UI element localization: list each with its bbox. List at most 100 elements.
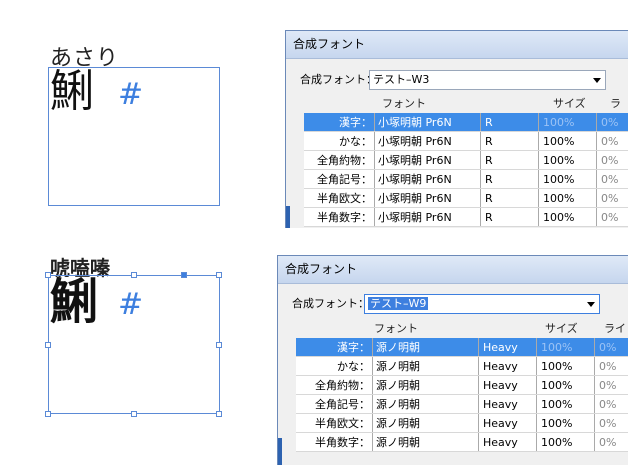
table-row[interactable]: 漢字： 小塚明朝 Pr6N R 100% 0% — [304, 113, 628, 132]
table-row[interactable]: かな： 小塚明朝 Pr6N R 100% 0% — [304, 132, 628, 151]
row-line: 0% — [594, 433, 628, 451]
row-label: かな： — [337, 360, 370, 373]
row-font: 源ノ明朝 — [372, 338, 478, 356]
row-line: 0% — [594, 414, 628, 432]
row-weight: R — [480, 189, 538, 207]
row-size: 100% — [538, 151, 596, 169]
set-label: 合成フォント： — [300, 73, 377, 86]
table-row[interactable]: 全角記号： 源ノ明朝 Heavy 100% 0% — [296, 395, 628, 414]
row-font: 小塚明朝 Pr6N — [374, 189, 480, 207]
row-weight: R — [480, 170, 538, 188]
resize-handle-active[interactable] — [181, 272, 187, 278]
row-line: 0% — [596, 132, 628, 150]
row-weight: R — [480, 132, 538, 150]
row-font: 小塚明朝 Pr6N — [374, 113, 480, 131]
dialog-title: 合成フォント — [286, 31, 628, 59]
row-font: 源ノ明朝 — [372, 433, 478, 451]
composite-font-select[interactable]: テスト–W9 — [364, 294, 600, 314]
row-size: 100% — [536, 357, 594, 375]
column-header-size: サイズ — [545, 322, 578, 335]
chevron-down-icon[interactable] — [593, 78, 601, 83]
row-size: 100% — [536, 414, 594, 432]
resize-handle[interactable] — [216, 272, 222, 278]
table-row[interactable]: 半角数字： 源ノ明朝 Heavy 100% 0% — [296, 433, 628, 452]
font-table: 漢字： 小塚明朝 Pr6N R 100% 0% かな： 小塚明朝 Pr6N R 100% 0% 全角… — [304, 113, 628, 228]
table-row[interactable]: 半角欧文： 小塚明朝 Pr6N R 100% 0% — [304, 189, 628, 208]
row-label: 漢字： — [339, 116, 372, 129]
row-font: 小塚明朝 Pr6N — [374, 208, 480, 226]
row-label: 半角数字： — [315, 436, 370, 449]
scrollbar[interactable] — [278, 438, 282, 465]
row-line: 0% — [596, 113, 628, 131]
sample-heavy: 唬嗑嗪 鯏 # — [0, 240, 280, 465]
row-line: 0% — [596, 170, 628, 188]
row-line: 0% — [594, 338, 628, 356]
row-size: 100% — [538, 113, 596, 131]
column-header-size: サイズ — [553, 97, 586, 110]
select-value: テスト–W3 — [373, 73, 430, 86]
font-table: 漢字： 源ノ明朝 Heavy 100% 0% かな： 源ノ明朝 Heavy 100% 0% 全角約物… — [296, 338, 628, 456]
resize-handle[interactable] — [216, 411, 222, 417]
row-weight: Heavy — [478, 338, 536, 356]
row-font: 小塚明朝 Pr6N — [374, 170, 480, 188]
row-line: 0% — [594, 376, 628, 394]
row-line: 0% — [594, 357, 628, 375]
row-label: かな： — [339, 135, 372, 148]
hash-mark: # — [118, 287, 144, 322]
kanji-glyph: 鯏 — [50, 66, 94, 117]
composite-font-dialog-w9: 合成フォント 合成フォント： テスト–W9 フォント サイズ ライン 漢字：源ノ… — [277, 255, 628, 465]
table-row[interactable]: かな： 源ノ明朝 Heavy 100% 0% — [296, 357, 628, 376]
resize-handle[interactable] — [131, 272, 137, 278]
row-size: 100% — [536, 338, 594, 356]
row-line: 0% — [594, 395, 628, 413]
resize-handle[interactable] — [45, 342, 51, 348]
select-value: テスト–W9 — [368, 297, 429, 310]
resize-handle[interactable] — [45, 272, 51, 278]
row-size: 100% — [538, 208, 596, 226]
table-row[interactable]: 半角数字： 小塚明朝 Pr6N R 100% 0% — [304, 208, 628, 227]
row-font: 源ノ明朝 — [372, 395, 478, 413]
table-row[interactable]: 全角約物： 源ノ明朝 Heavy 100% 0% — [296, 376, 628, 395]
row-line: 0% — [596, 208, 628, 226]
table-row[interactable]: 半角欧文： 源ノ明朝 Heavy 100% 0% — [296, 414, 628, 433]
set-label: 合成フォント： — [292, 297, 369, 310]
resize-handle[interactable] — [216, 342, 222, 348]
row-font: 源ノ明朝 — [372, 376, 478, 394]
row-weight: Heavy — [478, 376, 536, 394]
row-label: 全角記号： — [315, 398, 370, 411]
sample-light: あさり 鯏 # — [0, 0, 280, 215]
row-label: 全角約物： — [315, 379, 370, 392]
row-line: 0% — [596, 189, 628, 207]
row-size: 100% — [538, 132, 596, 150]
row-weight: Heavy — [478, 414, 536, 432]
table-row[interactable]: 漢字： 源ノ明朝 Heavy 100% 0% — [296, 338, 628, 357]
chevron-down-icon[interactable] — [587, 302, 595, 307]
row-label: 半角数字： — [317, 211, 372, 224]
row-line: 0% — [596, 151, 628, 169]
column-header-font: フォント — [374, 322, 418, 335]
row-label: 漢字： — [337, 341, 370, 354]
row-font: 源ノ明朝 — [372, 414, 478, 432]
row-label: 全角記号： — [317, 173, 372, 186]
row-weight: R — [480, 151, 538, 169]
scrollbar[interactable] — [286, 206, 290, 228]
row-size: 100% — [536, 376, 594, 394]
composite-font-dialog-w3: 合成フォント 合成フォント： テスト–W3 フォント サイズ ライン 漢字：小塚… — [285, 30, 628, 228]
row-font: 源ノ明朝 — [372, 357, 478, 375]
kanji-glyph: 鯏 — [50, 274, 99, 330]
composite-font-select[interactable]: テスト–W3 — [369, 70, 606, 90]
resize-handle[interactable] — [131, 411, 137, 417]
row-font: 小塚明朝 Pr6N — [374, 132, 480, 150]
table-row[interactable]: 全角約物： 小塚明朝 Pr6N R 100% 0% — [304, 151, 628, 170]
row-weight: R — [480, 113, 538, 131]
dialog-title: 合成フォント — [278, 256, 628, 284]
row-label: 全角約物： — [317, 154, 372, 167]
column-header-font: フォント — [382, 97, 426, 110]
resize-handle[interactable] — [45, 411, 51, 417]
row-weight: Heavy — [478, 357, 536, 375]
table-row[interactable]: 全角記号： 小塚明朝 Pr6N R 100% 0% — [304, 170, 628, 189]
row-font: 小塚明朝 Pr6N — [374, 151, 480, 169]
row-weight: Heavy — [478, 395, 536, 413]
row-label: 半角欧文： — [317, 192, 372, 205]
hash-mark: # — [118, 77, 144, 112]
